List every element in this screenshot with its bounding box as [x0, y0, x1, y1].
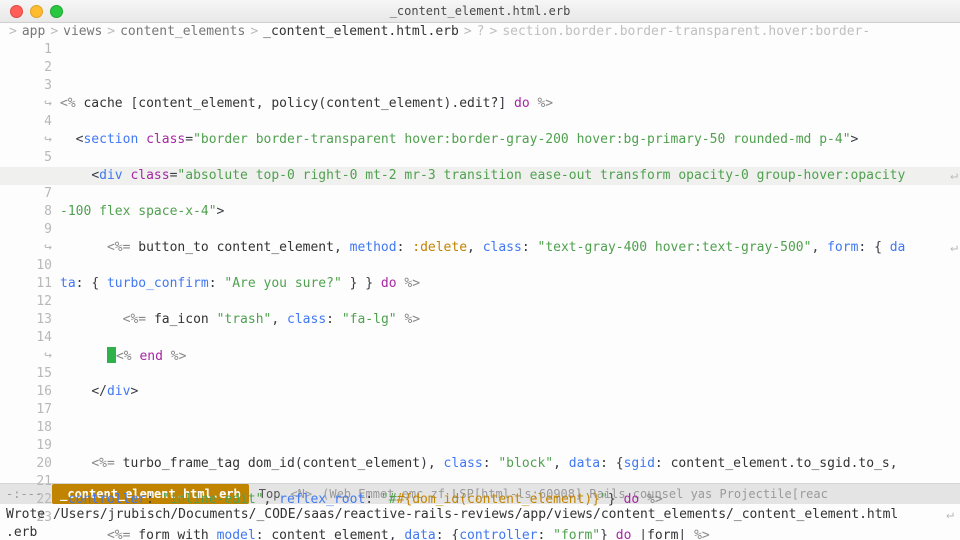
code-area[interactable]: <% cache [content_element, policy(conten…	[60, 41, 960, 483]
line-number-gutter: 1 2 3 ↪ 4 ↪ 5 6 7 8 9 ↪ 10 11 12 13 14 ↪…	[0, 41, 60, 483]
breadcrumb-context: section.border.border-transparent.hover:…	[502, 23, 870, 41]
minimize-icon[interactable]	[30, 5, 43, 18]
zoom-icon[interactable]	[50, 5, 63, 18]
window-title: _content_element.html.erb	[0, 2, 960, 20]
traffic-lights	[0, 5, 63, 18]
editor[interactable]: 1 2 3 ↪ 4 ↪ 5 6 7 8 9 ↪ 10 11 12 13 14 ↪…	[0, 41, 960, 483]
breadcrumb-item[interactable]: _content_element.html.erb	[263, 23, 459, 41]
breadcrumb-item[interactable]: app	[22, 23, 45, 41]
breadcrumb: > app > views > content_elements > _cont…	[0, 23, 960, 41]
close-icon[interactable]	[10, 5, 23, 18]
window-titlebar: _content_element.html.erb	[0, 0, 960, 23]
breadcrumb-item: ?	[477, 23, 485, 41]
text-cursor	[107, 347, 116, 363]
chevron-icon: >	[9, 23, 17, 41]
breadcrumb-item[interactable]: content_elements	[120, 23, 245, 41]
echo-message: .erb	[6, 525, 37, 540]
breadcrumb-item[interactable]: views	[63, 23, 102, 41]
